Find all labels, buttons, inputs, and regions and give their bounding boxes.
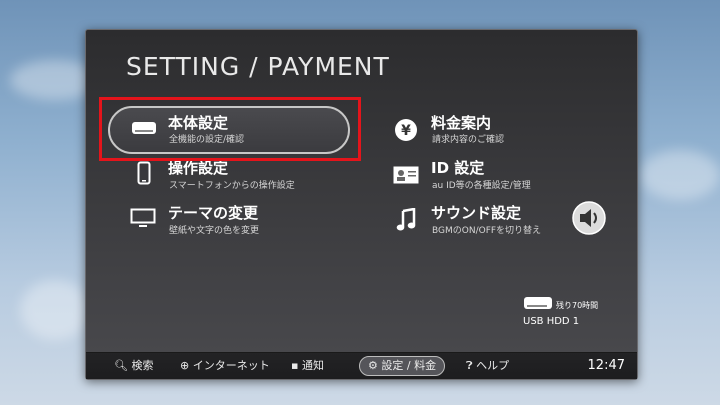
help-icon: ❓︎ xyxy=(466,359,473,372)
cloud-decoration xyxy=(640,150,720,200)
settings-panel: SETTING / PAYMENT 本体設定 全機能の設定/確認 操作設定 スマ… xyxy=(85,29,638,380)
music-note-icon xyxy=(396,208,416,231)
tab-notifications[interactable]: ▪ 通知 xyxy=(291,357,324,375)
storage-device: USB HDD 1 xyxy=(523,316,580,327)
storage-remaining: 残り70時間 xyxy=(556,301,599,310)
tab-help[interactable]: ❓︎ ヘルプ xyxy=(466,357,509,375)
globe-icon: ⊕ xyxy=(180,359,190,372)
search-icon: 🔍︎ xyxy=(114,359,128,372)
monitor-icon xyxy=(130,208,156,227)
tab-search[interactable]: 🔍︎ 検索 xyxy=(114,357,153,375)
hdd-icon xyxy=(524,297,552,309)
tab-settings-payment[interactable]: ⚙ 設定 / 料金 xyxy=(359,356,446,376)
gear-icon: ⚙ xyxy=(368,359,378,372)
focus-highlight xyxy=(99,97,361,161)
speaker-volume-icon[interactable] xyxy=(571,200,607,236)
tab-internet[interactable]: ⊕ インターネット xyxy=(180,357,270,375)
clock: 12:47 xyxy=(587,358,625,373)
yen-icon: ¥ xyxy=(395,119,417,141)
cloud-decoration xyxy=(20,280,90,340)
speech-bubble-icon: ▪ xyxy=(291,359,299,372)
svg-text:¥: ¥ xyxy=(401,123,411,139)
smartphone-icon xyxy=(137,161,151,185)
bottom-nav-bar: 🔍︎ 検索 ⊕ インターネット ▪ 通知 ⚙ 設定 / 料金 ❓︎ ヘルプ 12… xyxy=(86,352,637,379)
page-title: SETTING / PAYMENT xyxy=(126,52,390,81)
id-card-icon xyxy=(393,166,419,184)
